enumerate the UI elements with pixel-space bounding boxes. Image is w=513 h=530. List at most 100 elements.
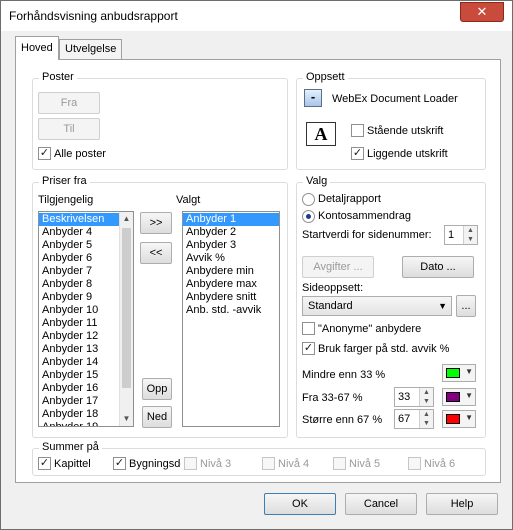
mindre-color-picker[interactable]: ▼ [442, 364, 476, 382]
dato-button[interactable]: Dato ... [402, 256, 474, 278]
tilgjengelig-list-item[interactable]: Anbyder 17 [39, 395, 121, 408]
scroll-up-icon[interactable]: ▲ [120, 212, 133, 226]
spin-up-icon[interactable]: ▲ [464, 226, 477, 235]
page-orientation-icon: A [306, 122, 336, 146]
opp-button[interactable]: Opp [142, 378, 172, 400]
fra-threshold-spinner[interactable]: 33 ▲ ▼ [394, 387, 434, 407]
valgt-listbox[interactable]: Anbyder 1 Anbyder 2 Anbyder 3 Avvik % Anbyde… [182, 211, 280, 427]
summer-niva4-label: Nivå 4 [278, 458, 310, 470]
liggende-utskrift-checkbox[interactable]: ✓ [351, 147, 364, 160]
alle-poster-label: Alle poster [54, 148, 106, 160]
alle-poster-checkbox[interactable]: ✓ [38, 147, 51, 160]
startverdi-label: Startverdi for sidenummer: [302, 229, 432, 241]
summer-niva5-checkbox[interactable] [333, 457, 346, 470]
tilgjengelig-list-item[interactable]: Beskrivelsen [39, 213, 121, 226]
avgifter-button[interactable]: Avgifter ... [302, 256, 374, 278]
tilgjengelig-label: Tilgjengelig [38, 194, 94, 206]
staende-utskrift-checkbox[interactable] [351, 124, 364, 137]
summer-bygningsdel-label: Bygningsdel [129, 458, 181, 470]
til-button[interactable]: Til [38, 118, 100, 140]
storre-threshold-spinner[interactable]: 67 ▲ ▼ [394, 409, 434, 429]
add-button[interactable]: >> [140, 212, 172, 234]
bruk-farger-checkbox[interactable]: ✓ [302, 342, 315, 355]
mindre-enn-label: Mindre enn 33 % [302, 369, 386, 381]
tilgjengelig-list-item[interactable]: Anbyder 7 [39, 265, 121, 278]
chevron-down-icon: ▼ [465, 367, 473, 376]
sideoppsett-label: Sideoppsett: [302, 282, 364, 294]
sideoppsett-browse-button[interactable]: ... [456, 295, 476, 317]
anonyme-anbydere-label: "Anonyme" anbydere [318, 323, 422, 335]
tilgjengelig-list-item[interactable]: Anbyder 14 [39, 356, 121, 369]
spin-up-icon[interactable]: ▲ [420, 388, 433, 397]
storre-enn-label: Større enn 67 % [302, 414, 383, 426]
kontosammendrag-label: Kontosammendrag [318, 210, 411, 222]
tilgjengelig-list-item[interactable]: Anbyder 16 [39, 382, 121, 395]
scroll-thumb[interactable] [122, 228, 131, 388]
storre-color-picker[interactable]: ▼ [442, 410, 476, 428]
close-button[interactable]: ✕ [460, 2, 504, 22]
valgt-list-item[interactable]: Anbydere max [183, 278, 279, 291]
summer-niva6-label: Nivå 6 [424, 458, 456, 470]
scroll-down-icon[interactable]: ▼ [120, 412, 133, 426]
valgt-list-item[interactable]: Anbydere snitt [183, 291, 279, 304]
ok-button[interactable]: OK [264, 493, 336, 515]
fra-33-67-label: Fra 33-67 % [302, 392, 363, 404]
tab-hoved[interactable]: Hoved [15, 36, 59, 60]
oppsett-legend: Oppsett [303, 71, 348, 83]
summer-niva5-label: Nivå 5 [349, 458, 381, 470]
liggende-utskrift-label: Liggende utskrift [367, 148, 448, 160]
spin-down-icon[interactable]: ▼ [420, 419, 433, 428]
window-title: Forhåndsvisning anbudsrapport [9, 9, 178, 23]
storre-threshold-value: 67 [398, 413, 411, 425]
cancel-button[interactable]: Cancel [345, 493, 417, 515]
tilgjengelig-list-item[interactable]: Anbyder 5 [39, 239, 121, 252]
summer-kapittel-checkbox[interactable]: ✓ [38, 457, 51, 470]
valgt-list-item[interactable]: Anbyder 2 [183, 226, 279, 239]
tab-utvelgelse[interactable]: Utvelgelse [59, 39, 123, 59]
tilgjengelig-list-item[interactable]: Anbyder 8 [39, 278, 121, 291]
fra-color-picker[interactable]: ▼ [442, 388, 476, 406]
summer-niva6-checkbox[interactable] [408, 457, 421, 470]
sideoppsett-dropdown[interactable]: Standard ▼ [302, 296, 452, 316]
poster-legend: Poster [39, 71, 77, 83]
sideoppsett-value: Standard [308, 300, 353, 312]
summer-niva4-checkbox[interactable] [262, 457, 275, 470]
tilgjengelig-list-item[interactable]: Anbyder 6 [39, 252, 121, 265]
valgt-list-item[interactable]: Anbyder 3 [183, 239, 279, 252]
tilgjengelig-list-item[interactable]: Anbyder 15 [39, 369, 121, 382]
tilgjengelig-list-item[interactable]: Anbyder 9 [39, 291, 121, 304]
webex-loader-button[interactable]: - [304, 89, 322, 107]
fra-button[interactable]: Fra [38, 92, 100, 114]
spin-down-icon[interactable]: ▼ [464, 235, 477, 244]
ned-button[interactable]: Ned [142, 406, 172, 428]
priser-legend: Priser fra [39, 175, 90, 187]
kontosammendrag-radio[interactable] [302, 210, 315, 223]
valgt-list-item[interactable]: Anbyder 1 [183, 213, 279, 226]
valgt-list-item[interactable]: Anbydere min [183, 265, 279, 278]
tilgjengelig-list-item[interactable]: Anbyder 18 [39, 408, 121, 421]
tilgjengelig-list-item[interactable]: Anbyder 11 [39, 317, 121, 330]
anonyme-anbydere-checkbox[interactable] [302, 322, 315, 335]
summer-kapittel-label: Kapittel [54, 458, 91, 470]
startverdi-spinner[interactable]: 1 ▲ ▼ [444, 225, 478, 245]
help-button[interactable]: Help [426, 493, 498, 515]
tilgjengelig-list-item[interactable]: Anbyder 12 [39, 330, 121, 343]
tilgjengelig-list-item[interactable]: Anbyder 13 [39, 343, 121, 356]
valg-legend: Valg [303, 175, 331, 187]
tilgjengelig-listbox[interactable]: Beskrivelsen Anbyder 4 Anbyder 5 Anbyder 6A… [38, 211, 134, 427]
summer-bygningsdel-checkbox[interactable]: ✓ [113, 457, 126, 470]
color-swatch [446, 392, 460, 402]
detaljrapport-radio[interactable] [302, 193, 315, 206]
spin-down-icon[interactable]: ▼ [420, 397, 433, 406]
tilgjengelig-list-item[interactable]: Anbyder 19 [39, 421, 121, 426]
valgt-list-item[interactable]: Avvik % [183, 252, 279, 265]
color-swatch [446, 368, 460, 378]
valgt-list-item[interactable]: Anb. std. -avvik [183, 304, 279, 317]
tilgjengelig-scrollbar[interactable]: ▲ ▼ [119, 212, 133, 426]
remove-button[interactable]: << [140, 242, 172, 264]
tab-panel-hoved: Poster Fra Til ✓ Alle poster Oppsett - W… [15, 59, 501, 483]
spin-up-icon[interactable]: ▲ [420, 410, 433, 419]
tilgjengelig-list-item[interactable]: Anbyder 10 [39, 304, 121, 317]
tilgjengelig-list-item[interactable]: Anbyder 4 [39, 226, 121, 239]
summer-niva3-checkbox[interactable] [184, 457, 197, 470]
